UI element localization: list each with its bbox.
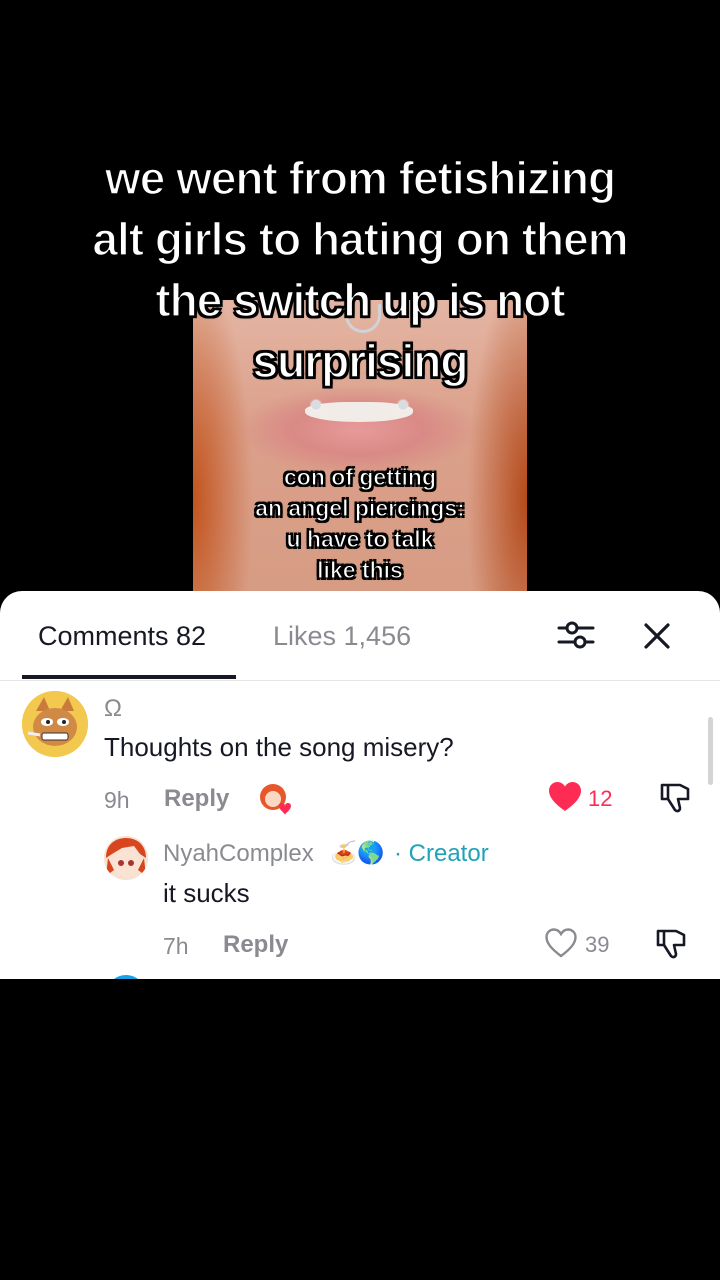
avatar-cat-icon xyxy=(22,691,88,757)
avatar[interactable] xyxy=(22,691,88,757)
teeth xyxy=(305,402,413,422)
creator-liked-icon xyxy=(260,784,291,815)
video-inner-caption: con of getting an angel piercings: u hav… xyxy=(193,462,527,586)
like-count: 39 xyxy=(585,932,610,957)
inner-caption-line: like this xyxy=(317,557,404,584)
caption-line: we went from fetishizing xyxy=(104,151,617,205)
next-avatar-peek xyxy=(106,975,146,979)
inner-caption-line: an angel piercings: xyxy=(255,495,466,522)
close-icon[interactable] xyxy=(638,617,676,655)
filter-icon[interactable] xyxy=(556,617,596,653)
scrollbar[interactable] xyxy=(708,717,713,785)
active-tab-indicator xyxy=(22,675,236,679)
avatar[interactable] xyxy=(104,836,148,880)
comment-time: 9h xyxy=(104,787,130,813)
piercing xyxy=(398,400,408,410)
creator-badge: · Creator xyxy=(394,840,489,867)
like-count: 12 xyxy=(588,786,613,811)
reply-button[interactable]: Reply xyxy=(223,931,288,959)
video-caption: we went from fetishizing alt girls to ha… xyxy=(40,148,680,392)
caption-line: alt girls to hating on them xyxy=(92,212,630,266)
comment-username[interactable]: Ω xyxy=(104,695,122,723)
caption-line: surprising xyxy=(252,334,469,388)
inner-caption-line: con of getting xyxy=(283,464,437,491)
reply-button[interactable]: Reply xyxy=(164,785,229,813)
dislike-icon[interactable] xyxy=(654,927,688,961)
heart-outline-icon[interactable] xyxy=(544,927,578,959)
comment-time: 7h xyxy=(163,933,189,959)
comment-text: it sucks xyxy=(163,878,250,908)
piercing xyxy=(311,400,321,410)
avatar-anime-icon xyxy=(104,836,148,880)
tab-bar: Comments 82 Likes 1,456 xyxy=(0,591,720,681)
heart-filled-icon[interactable] xyxy=(548,781,582,813)
dislike-icon[interactable] xyxy=(658,781,692,815)
tab-likes[interactable]: Likes 1,456 xyxy=(273,621,411,652)
comment-username[interactable]: NyahComplex xyxy=(163,840,314,868)
comments-sheet: Comments 82 Likes 1,456 Ω Thoughts on th… xyxy=(0,591,720,979)
caption-line: the switch up is not xyxy=(155,273,567,327)
emoji-icon: 🍝🌎 xyxy=(330,840,385,865)
creator-liked-avatar xyxy=(258,782,292,816)
tab-comments[interactable]: Comments 82 xyxy=(38,621,206,652)
comment-text: Thoughts on the song misery? xyxy=(104,732,454,762)
inner-caption-line: u have to talk xyxy=(286,526,434,553)
